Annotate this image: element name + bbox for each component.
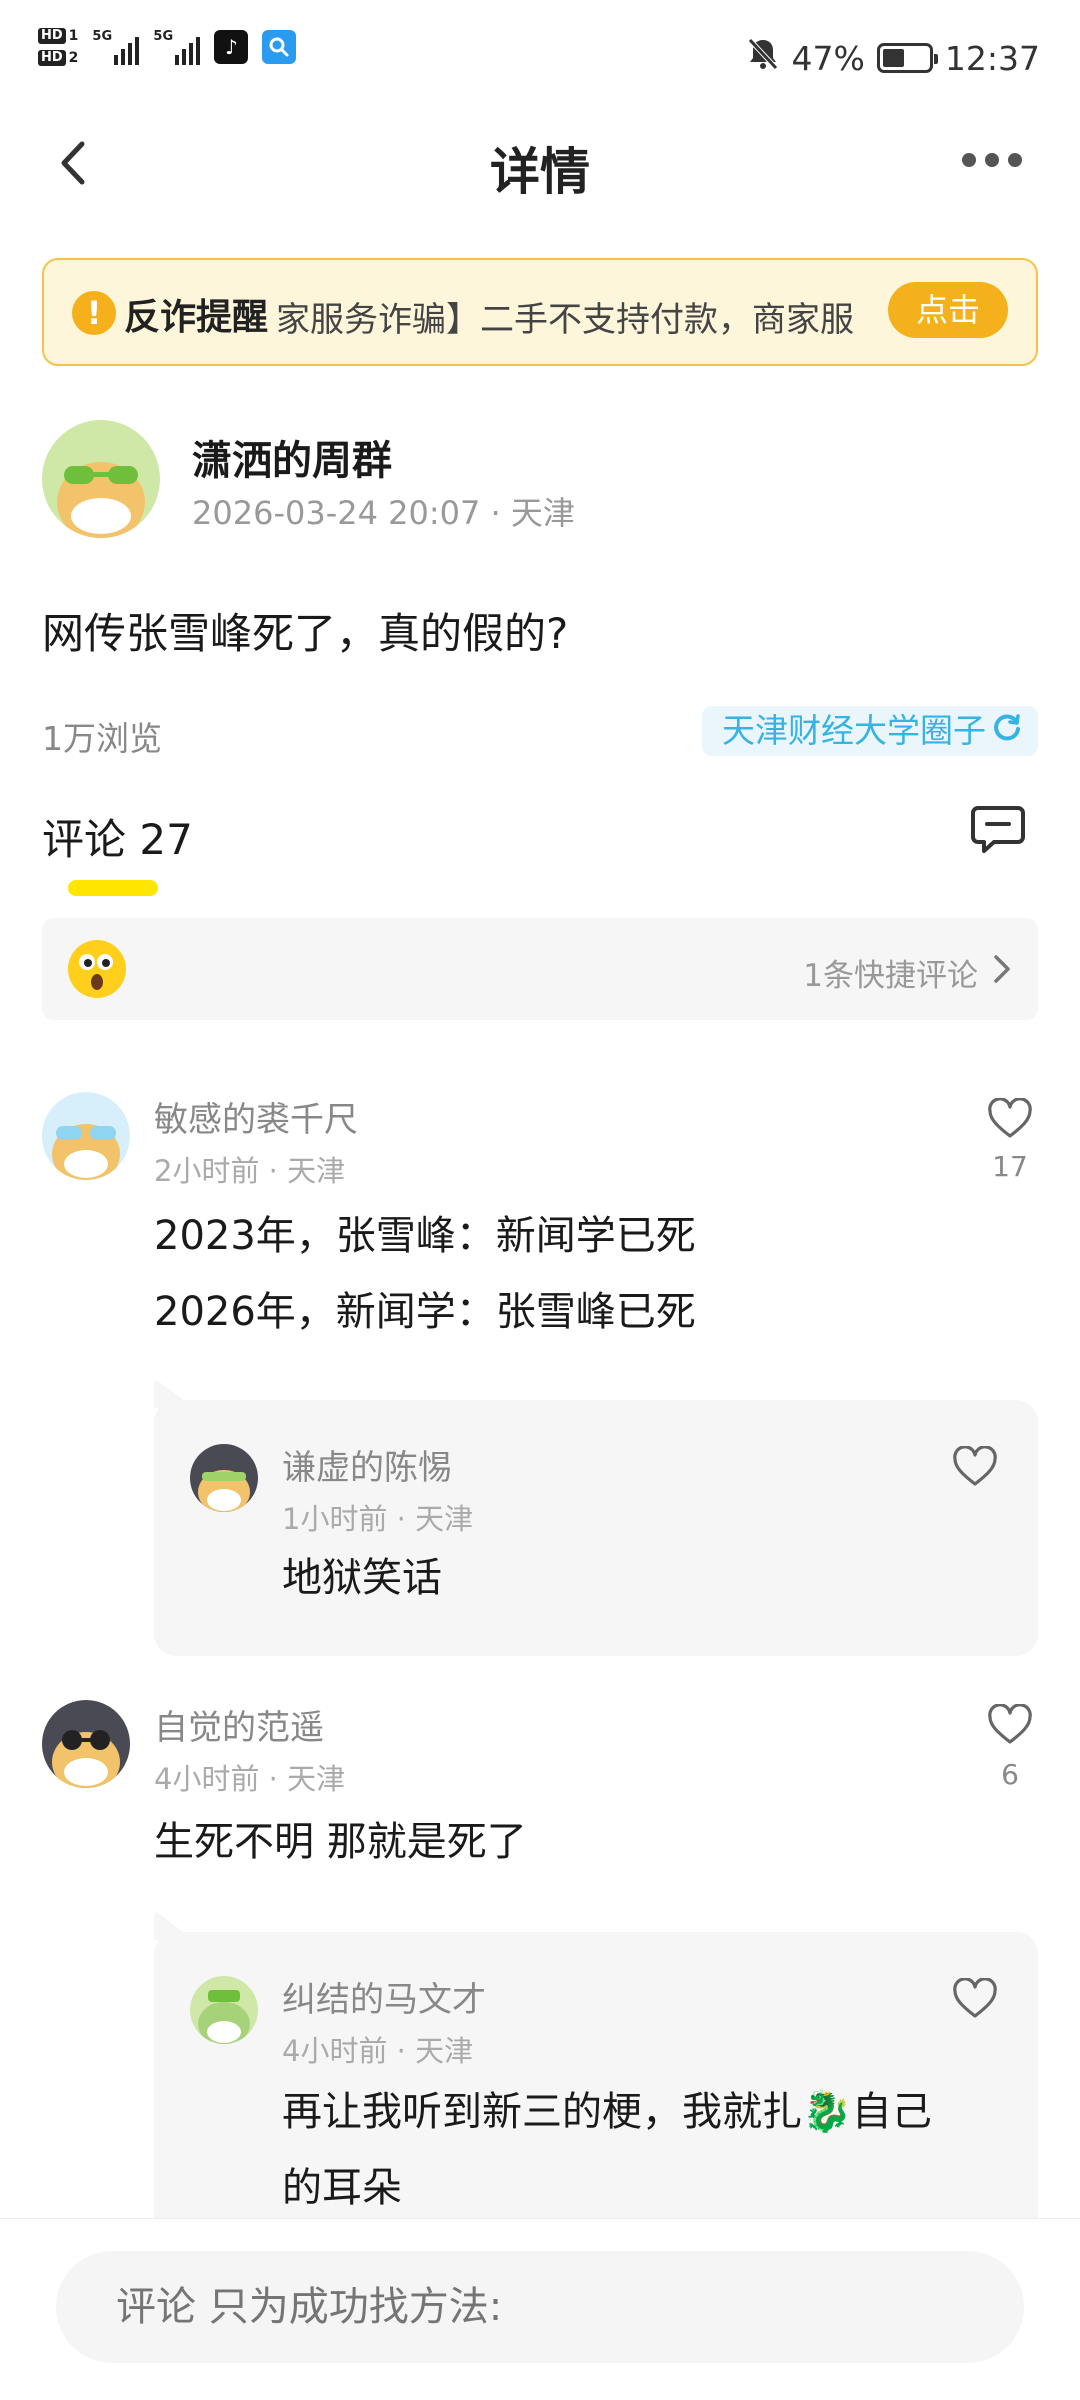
hd-indicators: HD 1 HD 2 (38, 28, 78, 66)
fraud-warning-banner[interactable]: ! 反诈提醒 家服务诈骗】二手不支持付款，商家服 点击 (42, 258, 1038, 366)
author-name[interactable]: 潇洒的周群 (192, 428, 392, 486)
network-type-label: 5G (92, 29, 113, 44)
network-type-label: 5G (153, 29, 174, 44)
comments-tab-underline (68, 880, 158, 896)
quick-comment-bar[interactable]: 1条快捷评论 (42, 918, 1038, 1020)
hd-label: HD (38, 28, 66, 44)
fraud-click-button[interactable]: 点击 (888, 282, 1008, 338)
replier-avatar[interactable] (190, 1444, 258, 1512)
quick-comment-label: 1条快捷评论 (803, 958, 978, 994)
search-app-icon (262, 30, 297, 64)
commenter-avatar[interactable] (42, 1700, 130, 1788)
circle-tag[interactable]: 天津财经大学圈子 (702, 706, 1038, 756)
fraud-warning-text: 家服务诈骗】二手不支持付款，商家服 (276, 300, 854, 340)
signal-icon: 5G (153, 29, 201, 65)
comment-bubble-icon[interactable] (970, 804, 1026, 856)
reply-meta: 1小时前 · 天津 (282, 1502, 474, 1536)
comment-text: 2023年，张雪峰：新闻学已死 (154, 1213, 696, 1259)
clock: 12:37 (944, 38, 1040, 78)
replier-name[interactable]: 谦虚的陈惕 (282, 1440, 452, 1489)
reply-box: 纠结的马文才 4小时前 · 天津 再让我听到新三的梗，我就扎🐉自己 的耳朵 (154, 1932, 1038, 2252)
more-dots-icon[interactable] (962, 140, 1022, 180)
bottom-comment-bar (0, 2218, 1080, 2400)
reply-text: 的耳朵 (282, 2165, 402, 2211)
status-bar: HD 1 HD 2 5G 5G ♪ 47% 12:37 (0, 0, 1080, 120)
battery-icon (876, 43, 938, 73)
commenter-avatar[interactable] (42, 1092, 130, 1180)
status-right: 47% 12:37 (746, 36, 1040, 80)
bell-muted-icon (746, 36, 780, 80)
status-left: HD 1 HD 2 5G 5G ♪ (38, 28, 297, 66)
hd-label: HD (38, 50, 66, 66)
author-avatar[interactable] (42, 420, 160, 538)
commenter-name[interactable]: 自觉的范遥 (154, 1700, 324, 1749)
like-count: 17 (992, 1150, 1028, 1183)
view-count: 1万浏览 (42, 719, 162, 758)
page-title: 详情 (490, 143, 590, 201)
heart-icon[interactable] (952, 1445, 998, 1488)
reply-text: 地狱笑话 (282, 1555, 442, 1601)
heart-icon[interactable] (987, 1097, 1033, 1140)
chevron-right-icon (990, 952, 1014, 986)
reply-text: 再让我听到新三的梗，我就扎🐉自己 (282, 2089, 932, 2135)
commenter-name[interactable]: 敏感的裘千尺 (154, 1092, 358, 1141)
tiktok-icon: ♪ (214, 30, 249, 64)
replier-avatar[interactable] (190, 1976, 258, 2044)
battery-level-fill (882, 49, 904, 67)
warning-icon: ! (72, 291, 116, 335)
reply-box: 谦虚的陈惕 1小时前 · 天津 地狱笑话 (154, 1400, 1038, 1656)
comment-text: 生死不明 那就是死了 (154, 1819, 527, 1865)
comment-meta: 2小时前 · 天津 (154, 1154, 346, 1188)
hd-indicator-1: HD 1 (38, 28, 78, 44)
comment-text: 2026年，新闻学：张雪峰已死 (154, 1289, 696, 1335)
hd-sim-number: 2 (68, 50, 79, 66)
signal-icon: 5G (92, 29, 140, 65)
like-count: 6 (1001, 1758, 1019, 1791)
refresh-icon (992, 706, 1022, 756)
post-body: 网传张雪峰死了，真的假的? (42, 609, 569, 658)
comments-count-header[interactable]: 评论 27 (42, 806, 193, 867)
fraud-warning-title: 反诈提醒 (124, 297, 269, 338)
hd-sim-number: 1 (68, 28, 79, 44)
reply-meta: 4小时前 · 天津 (282, 2034, 474, 2068)
circle-tag-label: 天津财经大学圈子 (722, 711, 986, 750)
hd-indicator-2: HD 2 (38, 50, 78, 66)
battery-percent: 47% (791, 38, 865, 78)
comment-meta: 4小时前 · 天津 (154, 1762, 346, 1796)
author-meta: 2026-03-24 20:07 · 天津 (192, 494, 575, 532)
nav-bar: 详情 (0, 120, 1080, 206)
surprised-emoji-icon (66, 938, 128, 1000)
heart-icon[interactable] (952, 1977, 998, 2020)
comment-input[interactable] (56, 2251, 1024, 2363)
replier-name[interactable]: 纠结的马文才 (282, 1972, 486, 2021)
heart-icon[interactable] (987, 1703, 1033, 1746)
